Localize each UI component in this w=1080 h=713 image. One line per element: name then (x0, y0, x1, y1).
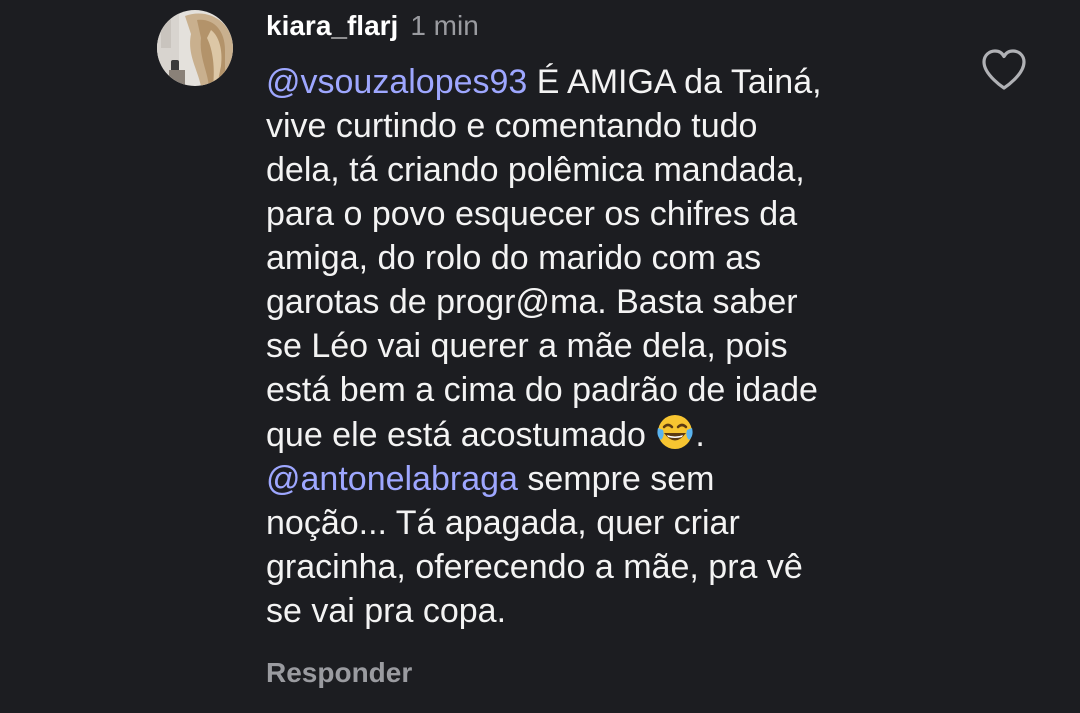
comment-body: kiara_flarj 1 min @vsouzalopes93 É AMIGA… (266, 6, 966, 691)
avatar[interactable] (157, 10, 233, 86)
comment-line: vive curtindo e comentando tudo (266, 107, 758, 145)
comment-line: se vai pra copa. (266, 592, 507, 630)
comment-line: está bem a cima do padrão de idade (266, 371, 818, 409)
mention-link[interactable]: @vsouzalopes93 (266, 63, 527, 101)
comment-line: para o povo esquecer os chifres da (266, 195, 798, 233)
laughing-crying-emoji-icon (655, 412, 695, 452)
comment-line-text: sempre sem (517, 460, 715, 498)
username[interactable]: kiara_flarj (266, 6, 398, 46)
timestamp: 1 min (410, 10, 479, 41)
comment-line: garotas de progr@ma. Basta saber (266, 283, 798, 321)
comment-line: se Léo vai querer a mãe dela, pois (266, 327, 788, 365)
like-button[interactable] (980, 48, 1028, 92)
comment-line-text: É AMIGA da Tainá, (527, 63, 822, 101)
comment-line: amiga, do rolo do marido com as (266, 239, 762, 277)
avatar-image (157, 10, 233, 86)
comment-line-text: . (695, 416, 705, 454)
comment-line: que ele está acostumado . (266, 412, 966, 457)
comment-line: @antonelabraga sempre sem (266, 457, 966, 501)
heart-outline-icon (982, 49, 1026, 90)
reply-button[interactable]: Responder (266, 655, 966, 691)
comment-line: @vsouzalopes93 É AMIGA da Tainá, (266, 60, 966, 104)
comment-header: kiara_flarj 1 min (266, 6, 966, 46)
comment: kiara_flarj 1 min @vsouzalopes93 É AMIGA… (0, 0, 1080, 713)
comment-line-text: que ele está acostumado (266, 416, 656, 454)
comment-text: @vsouzalopes93 É AMIGA da Tainá, vive cu… (266, 60, 966, 633)
mention-link[interactable]: @antonelabraga (266, 460, 518, 498)
comment-line: dela, tá criando polêmica mandada, (266, 151, 805, 189)
comment-line: noção... Tá apagada, quer criar (266, 504, 740, 542)
comment-line: gracinha, oferecendo a mãe, pra vê (266, 548, 803, 586)
